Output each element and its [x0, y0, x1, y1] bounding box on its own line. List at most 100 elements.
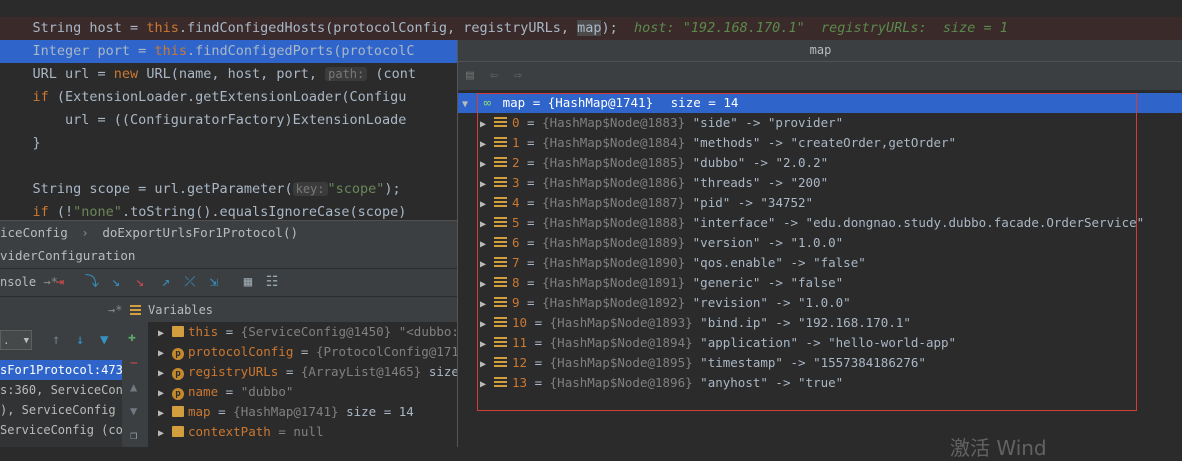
map-entry-row[interactable]: ▶ 7 = {HashMap$Node@1890} "qos.enable" ->… [458, 253, 1182, 273]
map-entry-row[interactable]: ▶ 1 = {HashMap$Node@1884} "methods" -> "c… [458, 133, 1182, 153]
expand-triangle-icon[interactable]: ▶ [158, 404, 170, 424]
collapsed-triangle-icon[interactable]: ▶ [480, 215, 494, 235]
collapsed-triangle-icon[interactable]: ▶ [480, 155, 494, 175]
map-entry-row[interactable]: ▶ 3 = {HashMap$Node@1886} "threads" -> "2… [458, 173, 1182, 193]
map-root-label: map = {HashMap@1741} [502, 95, 654, 110]
step-into-icon[interactable]: ↘ [108, 274, 124, 290]
collapsed-triangle-icon[interactable]: ▶ [480, 335, 494, 355]
expand-triangle-icon[interactable]: ▶ [158, 424, 170, 444]
arrow-up-icon[interactable]: ↑ [52, 332, 60, 348]
new-watch-icon[interactable]: ✚ [128, 330, 136, 345]
entry-value: "createOrder,getOrder" [790, 135, 957, 150]
entry-ref: {HashMap$Node@1892} [542, 295, 686, 310]
variable-row[interactable]: ▶ contextPath = null [148, 422, 470, 442]
expand-triangle-icon[interactable]: ▶ [158, 364, 170, 384]
popup-title[interactable]: map [458, 40, 1182, 62]
collapsed-triangle-icon[interactable]: ▶ [480, 375, 494, 395]
thread-selector[interactable]: . ▼ [0, 330, 32, 350]
map-entry-row[interactable]: ▶ 2 = {HashMap$Node@1885} "dubbo" -> "2.0… [458, 153, 1182, 173]
collapsed-triangle-icon[interactable]: ▶ [480, 295, 494, 315]
code-line-host[interactable]: String host = this.findConfigedHosts(pro… [0, 17, 1182, 40]
map-entry-row[interactable]: ▶ 13 = {HashMap$Node@1896} "anyhost" -> "… [458, 373, 1182, 393]
code-text: .findConfigedHosts(protocolConfig, regis… [178, 20, 578, 36]
entry-value: "192.168.170.1" [798, 315, 911, 330]
entry-value: "hello-world-app" [828, 335, 957, 350]
map-entry-row[interactable]: ▶ 8 = {HashMap$Node@1891} "generic" -> "f… [458, 273, 1182, 293]
entry-icon [494, 177, 507, 188]
highlighted-identifier[interactable]: map [577, 20, 602, 36]
collapsed-triangle-icon[interactable]: ▶ [480, 135, 494, 155]
move-up-icon[interactable]: ▲ [130, 380, 137, 394]
collapsed-triangle-icon[interactable]: ▶ [480, 275, 494, 295]
variable-row[interactable]: ▶ p protocolConfig = {ProtocolConfig@1717} [148, 342, 470, 362]
variable-row[interactable]: ▶ p registryURLs = {ArrayList@1465} size [148, 362, 470, 382]
expand-triangle-icon[interactable]: ▶ [158, 384, 170, 404]
entry-value: "1557384186276" [813, 355, 926, 370]
variables-side-toolbar: ✚ − ▲ ▼ ❐ [122, 322, 148, 447]
code-text: String scope = url.getParameter( [32, 181, 293, 197]
collapsed-triangle-icon[interactable]: ▶ [480, 175, 494, 195]
collapsed-triangle-icon[interactable]: ▶ [480, 235, 494, 255]
collapse-icon[interactable]: ▤ [466, 68, 474, 83]
entry-index: 10 [512, 315, 528, 330]
expand-triangle-icon[interactable]: ▶ [158, 324, 170, 344]
step-out-icon[interactable]: ↗ [158, 274, 174, 290]
entry-key: "bind.ip" [700, 315, 768, 330]
step-over-icon[interactable]: ⤵ [84, 274, 100, 290]
trace-icon[interactable]: ☷ [264, 274, 280, 290]
map-entry-row[interactable]: ▶ 9 = {HashMap$Node@1892} "revision" -> "… [458, 293, 1182, 313]
entry-ref: {HashMap$Node@1894} [549, 335, 693, 350]
collapsed-triangle-icon[interactable]: ▶ [480, 315, 494, 335]
collapsed-triangle-icon[interactable]: ▶ [480, 195, 494, 215]
move-down-icon[interactable]: ▼ [130, 404, 137, 418]
collapsed-triangle-icon[interactable]: ▶ [480, 355, 494, 375]
map-entry-row[interactable]: ▶ 11 = {HashMap$Node@1894} "application" … [458, 333, 1182, 353]
expand-triangle-icon[interactable]: ▶ [158, 344, 170, 364]
show-execution-point-icon[interactable]: ⇥ [52, 274, 68, 290]
drop-frame-icon[interactable]: ⤫ [182, 274, 198, 290]
map-entry-row[interactable]: ▶ 12 = {HashMap$Node@1895} "timestamp" ->… [458, 353, 1182, 373]
frames-toolbar: . ▼ ↑ ↓ ▼ [0, 322, 122, 360]
map-entry-row[interactable]: ▶ 0 = {HashMap$Node@1883} "side" -> "prov… [458, 113, 1182, 133]
variable-size: size [428, 364, 459, 379]
field-icon [172, 406, 184, 417]
run-to-cursor-icon[interactable]: ⇲ [206, 274, 222, 290]
code-text: (cont [367, 66, 417, 82]
frame-row[interactable]: sFor1Protocol:473, [0, 360, 122, 380]
map-entry-row[interactable]: ▶ 5 = {HashMap$Node@1888} "interface" -> … [458, 213, 1182, 233]
frame-row[interactable]: ServiceConfig (con [0, 420, 122, 440]
map-entry-row[interactable]: ▶ 10 = {HashMap$Node@1893} "bind.ip" -> "… [458, 313, 1182, 333]
force-step-into-icon[interactable]: ↘ [132, 274, 148, 290]
code-text: ); [384, 181, 401, 197]
expanded-triangle-icon[interactable]: ▼ [462, 95, 476, 115]
breadcrumb-method[interactable]: doExportUrlsFor1Protocol() [102, 225, 298, 240]
variable-row[interactable]: ▶ this = {ServiceConfig@1450} "<dubbo:se [148, 322, 470, 342]
field-icon [172, 326, 184, 337]
evaluate-expression-icon[interactable]: ▦ [240, 274, 256, 290]
breadcrumb-class[interactable]: iceConfig [0, 225, 68, 240]
filter-icon[interactable]: ▼ [100, 332, 108, 348]
string-literal: "scope" [327, 181, 385, 197]
variable-row[interactable]: ▶ map = {HashMap@1741} size = 14 [148, 402, 470, 422]
variable-value: "dubbo" [240, 384, 294, 399]
frame-row[interactable]: ), ServiceConfig (o [0, 400, 122, 420]
frame-row[interactable]: s:360, ServiceConfi [0, 380, 122, 400]
variable-name: contextPath [188, 424, 271, 439]
entry-icon [494, 257, 507, 268]
remove-watch-icon[interactable]: − [130, 356, 138, 371]
collapsed-triangle-icon[interactable]: ▶ [480, 115, 494, 135]
map-entry-row[interactable]: ▶ 4 = {HashMap$Node@1887} "pid" -> "34752… [458, 193, 1182, 213]
entry-value: "false" [813, 255, 866, 270]
back-arrow-icon[interactable]: ⇦ [490, 68, 498, 83]
collapsed-triangle-icon[interactable]: ▶ [480, 255, 494, 275]
entry-index: 8 [512, 275, 520, 290]
map-inspect-popup[interactable]: map ▤ ⇦ ⇨ ▼ ∞ map = {HashMap@1741} size … [457, 40, 1182, 447]
map-entry-row[interactable]: ▶ 6 = {HashMap$Node@1889} "version" -> "1… [458, 233, 1182, 253]
variable-row[interactable]: ▶ p name = "dubbo" [148, 382, 470, 402]
forward-arrow-icon[interactable]: ⇨ [514, 68, 522, 83]
debug-config-tab[interactable]: viderConfiguration [0, 244, 470, 268]
console-tab[interactable]: nsole →* [0, 269, 58, 295]
arrow-down-icon[interactable]: ↓ [76, 332, 84, 348]
map-root-row[interactable]: ▼ ∞ map = {HashMap@1741} size = 14 [458, 93, 1182, 113]
copy-icon[interactable]: ❐ [130, 428, 137, 442]
